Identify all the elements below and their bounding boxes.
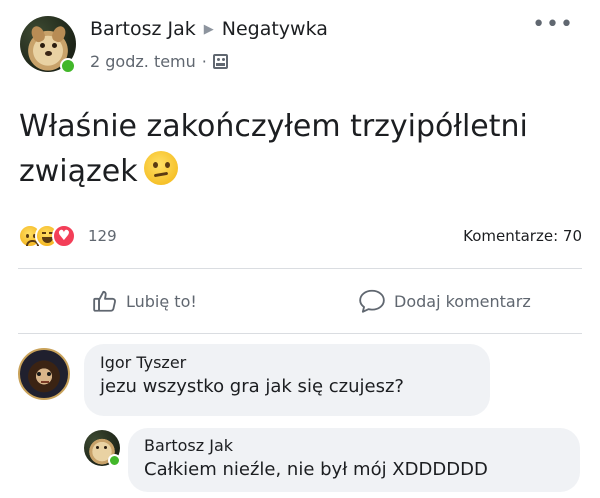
post-header: Bartosz Jak ▶ Negatywka 2 godz. temu · •…	[20, 14, 580, 80]
post-meta: 2 godz. temu ·	[90, 52, 228, 71]
divider	[18, 268, 582, 269]
comments-count-link[interactable]: Komentarze: 70	[463, 227, 582, 245]
group-privacy-icon	[212, 54, 228, 69]
post-text-content: Właśnie zakończyłem trzyipółletni związe…	[19, 109, 528, 189]
comment-bubble: Igor Tyszer jezu wszystko gra jak się cz…	[84, 344, 490, 416]
comment-author-link[interactable]: Igor Tyszer	[100, 352, 474, 374]
reaction-count: 129	[88, 227, 117, 245]
confused-face-emoji-icon	[143, 151, 178, 185]
post-timestamp[interactable]: 2 godz. temu	[90, 52, 196, 71]
group-name-link[interactable]: Negatywka	[222, 18, 328, 40]
love-reaction-icon	[52, 224, 76, 248]
add-comment-label: Dodaj komentarz	[394, 291, 531, 311]
more-horizontal-icon[interactable]: •••	[532, 14, 574, 36]
like-button[interactable]: Lubię to!	[92, 278, 197, 324]
comment-text: jezu wszystko gra jak się czujesz?	[100, 376, 404, 397]
online-status-indicator	[108, 454, 121, 467]
comment-text: Całkiem nieźle, nie był mój XDDDDDD	[144, 459, 488, 480]
meta-separator: ·	[201, 52, 207, 71]
speech-bubble-icon	[358, 288, 386, 314]
add-comment-button[interactable]: Dodaj komentarz	[358, 278, 531, 324]
divider	[18, 333, 582, 334]
thumbs-up-icon	[92, 288, 118, 314]
post-text: Właśnie zakończyłem trzyipółletni związe…	[19, 104, 579, 194]
comment-author-link[interactable]: Bartosz Jak	[144, 435, 564, 457]
post-stats: 129 Komentarze: 70	[18, 224, 582, 250]
post-actions: Lubię to! Dodaj komentarz	[18, 278, 582, 324]
commenter-avatar[interactable]	[18, 348, 70, 400]
online-status-indicator	[60, 58, 76, 74]
reactions-summary[interactable]: 129	[18, 224, 117, 248]
triangle-right-icon: ▶	[203, 21, 214, 37]
post-title-line: Bartosz Jak ▶ Negatywka	[90, 18, 328, 40]
comment-bubble: Bartosz Jak Całkiem nieźle, nie był mój …	[128, 428, 580, 492]
author-name-link[interactable]: Bartosz Jak	[90, 18, 196, 40]
like-button-label: Lubię to!	[126, 291, 197, 311]
